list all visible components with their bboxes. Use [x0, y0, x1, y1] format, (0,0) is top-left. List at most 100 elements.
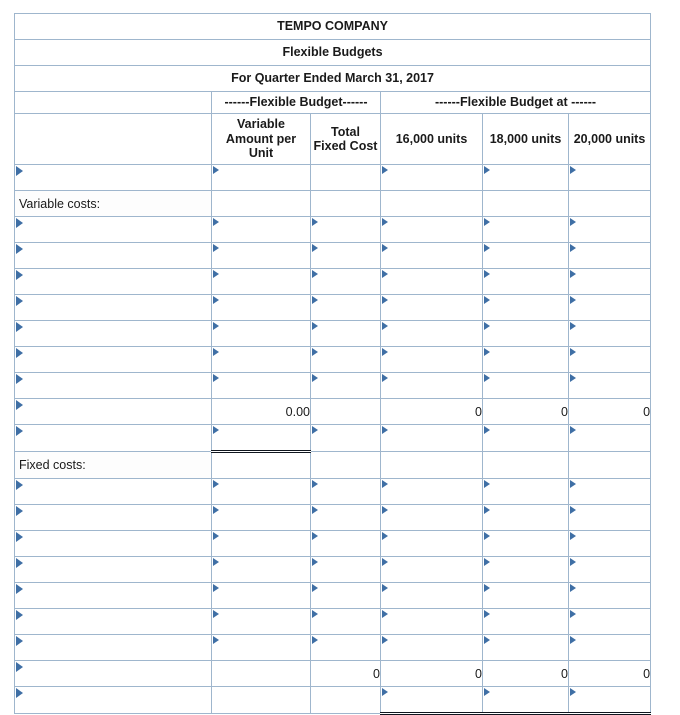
total-fixed-cost-input[interactable]	[310, 634, 381, 661]
units-16000-input[interactable]	[380, 478, 483, 505]
variable-per-unit-input[interactable]	[211, 164, 311, 191]
units-20000-input[interactable]	[567, 530, 652, 557]
row-label-input[interactable]	[14, 660, 212, 687]
row-label-input[interactable]	[14, 346, 212, 373]
total-fixed-cost-input[interactable]	[310, 582, 381, 609]
total-fixed-cost-input[interactable]	[310, 424, 381, 452]
units-18000-input[interactable]	[482, 530, 569, 557]
variable-per-unit-input[interactable]	[211, 216, 311, 243]
total-fixed-cost-input[interactable]	[310, 294, 381, 321]
units-18000-input[interactable]	[482, 504, 569, 531]
row-label-input[interactable]	[14, 582, 212, 609]
variable-per-unit-input[interactable]	[211, 504, 311, 531]
units-16000-input[interactable]	[380, 164, 483, 191]
variable-per-unit-input[interactable]	[211, 634, 311, 661]
units-16000-input[interactable]	[380, 268, 483, 295]
total-fixed-cost-input[interactable]	[310, 478, 381, 505]
total-fixed-cost-input[interactable]	[310, 242, 381, 269]
units-16000-input[interactable]	[380, 372, 483, 399]
variable-per-unit-input[interactable]	[211, 478, 311, 505]
row-label-input[interactable]	[14, 608, 212, 635]
units-20000-input[interactable]	[567, 164, 652, 191]
row-label-input[interactable]	[14, 372, 212, 399]
row-label-input[interactable]	[14, 556, 212, 583]
variable-per-unit-input[interactable]	[211, 268, 311, 295]
row-label-input[interactable]	[14, 268, 212, 295]
variable-per-unit-input[interactable]	[211, 530, 311, 557]
units-18000-input[interactable]	[482, 478, 569, 505]
units-16000-input[interactable]	[380, 686, 483, 715]
units-20000-input[interactable]	[567, 294, 652, 321]
units-18000-input[interactable]	[482, 294, 569, 321]
variable-per-unit-input[interactable]	[211, 346, 311, 373]
variable-per-unit-input[interactable]	[211, 372, 311, 399]
row-label-input[interactable]	[14, 504, 212, 531]
units-16000-input[interactable]	[380, 242, 483, 269]
units-16000-input[interactable]	[380, 634, 483, 661]
units-16000-input[interactable]	[380, 608, 483, 635]
variable-per-unit-input[interactable]	[211, 424, 311, 453]
units-18000-input[interactable]	[482, 164, 569, 191]
units-18000-input[interactable]	[482, 346, 569, 373]
total-fixed-cost-input[interactable]	[310, 530, 381, 557]
units-20000-input[interactable]	[567, 216, 652, 243]
variable-per-unit-input[interactable]	[211, 582, 311, 609]
units-20000-input[interactable]	[567, 556, 652, 583]
units-20000-input[interactable]	[567, 686, 652, 715]
units-20000-input[interactable]	[567, 608, 652, 635]
variable-per-unit-input[interactable]	[211, 294, 311, 321]
units-20000-input[interactable]	[567, 478, 652, 505]
row-label-input[interactable]	[14, 164, 212, 191]
total-fixed-cost-input[interactable]	[310, 608, 381, 635]
total-fixed-cost-input[interactable]	[310, 268, 381, 295]
variable-per-unit-input[interactable]	[211, 608, 311, 635]
units-16000-input[interactable]	[380, 346, 483, 373]
units-16000-input[interactable]	[380, 504, 483, 531]
units-18000-input[interactable]	[482, 582, 569, 609]
units-20000-input[interactable]	[567, 242, 652, 269]
units-18000-input[interactable]	[482, 556, 569, 583]
units-18000-input[interactable]	[482, 268, 569, 295]
units-16000-input[interactable]	[380, 582, 483, 609]
units-20000-input[interactable]	[567, 372, 652, 399]
units-20000-input[interactable]	[567, 504, 652, 531]
row-label-input[interactable]	[14, 424, 212, 452]
total-fixed-cost-input[interactable]	[310, 164, 381, 191]
units-20000-input[interactable]	[567, 582, 652, 609]
units-16000-input[interactable]	[380, 320, 483, 347]
total-fixed-cost-input[interactable]	[310, 320, 381, 347]
units-18000-input[interactable]	[482, 424, 569, 452]
total-fixed-cost-input[interactable]	[310, 504, 381, 531]
units-16000-input[interactable]	[380, 424, 483, 452]
units-18000-input[interactable]	[482, 242, 569, 269]
units-20000-input[interactable]	[567, 424, 652, 452]
row-label-input[interactable]	[14, 294, 212, 321]
variable-per-unit-input[interactable]	[211, 242, 311, 269]
units-18000-input[interactable]	[482, 634, 569, 661]
total-fixed-cost-input[interactable]	[310, 372, 381, 399]
row-label-input[interactable]	[14, 634, 212, 661]
units-18000-input[interactable]	[482, 372, 569, 399]
units-20000-input[interactable]	[567, 320, 652, 347]
units-16000-input[interactable]	[380, 556, 483, 583]
units-18000-input[interactable]	[482, 686, 569, 715]
variable-per-unit-input[interactable]	[211, 320, 311, 347]
row-label-input[interactable]	[14, 530, 212, 557]
units-16000-input[interactable]	[380, 216, 483, 243]
row-label-input[interactable]	[14, 242, 212, 269]
units-18000-input[interactable]	[482, 320, 569, 347]
units-20000-input[interactable]	[567, 268, 652, 295]
units-18000-input[interactable]	[482, 216, 569, 243]
total-fixed-cost-input[interactable]	[310, 216, 381, 243]
row-label-input[interactable]	[14, 398, 212, 425]
row-label-input[interactable]	[14, 320, 212, 347]
row-label-input[interactable]	[14, 478, 212, 505]
variable-per-unit-input[interactable]	[211, 556, 311, 583]
row-label-input[interactable]	[14, 216, 212, 243]
units-16000-input[interactable]	[380, 294, 483, 321]
total-fixed-cost-input[interactable]	[310, 346, 381, 373]
total-fixed-cost-input[interactable]	[310, 556, 381, 583]
units-20000-input[interactable]	[567, 634, 652, 661]
row-label-input[interactable]	[14, 686, 212, 714]
units-20000-input[interactable]	[567, 346, 652, 373]
